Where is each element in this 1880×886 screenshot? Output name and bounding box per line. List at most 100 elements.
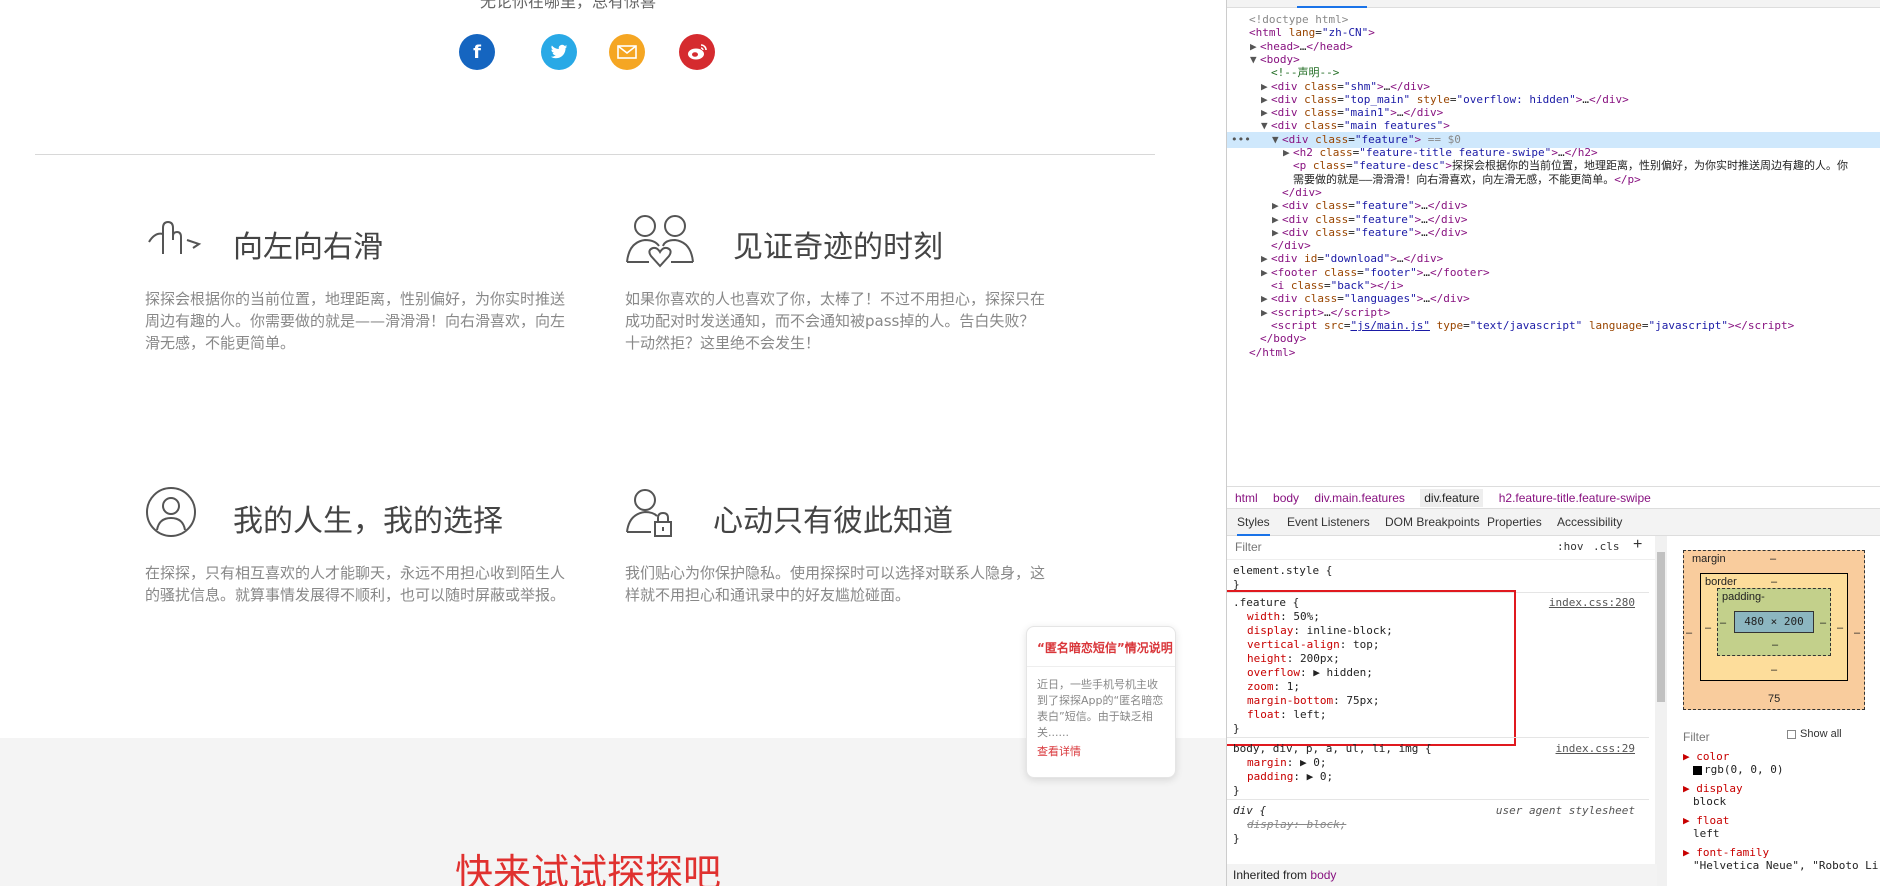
margin-bottom-value: 75 [1768, 693, 1781, 705]
border-top-value: – [1771, 576, 1778, 588]
feature-title: 心动只有彼此知道 [713, 504, 953, 539]
twitter-icon [550, 44, 568, 59]
box-model-padding[interactable]: padding- – – – 480 × 200 [1717, 588, 1831, 656]
person-circle-icon [146, 487, 196, 537]
webpage-viewport: 无论你在哪里，总有惊喜 f 向左向右滑 探探会根据你的当前位置，地理距离，性别偏… [0, 0, 1226, 886]
devtools-toolbar [1227, 0, 1880, 8]
css-property-value[interactable]: ▶ 0; [1307, 770, 1334, 783]
css-property-value[interactable]: ▶ 0; [1300, 756, 1327, 769]
margin-label: margin [1692, 553, 1726, 565]
border-left-value: – [1705, 622, 1712, 634]
facebook-share-button[interactable]: f [459, 34, 495, 70]
notice-details-link[interactable]: 查看详情 [1037, 743, 1165, 759]
css-declaration[interactable]: padding: ▶ 0; [1247, 770, 1333, 784]
styles-filter-input[interactable]: Filter [1235, 540, 1262, 554]
reset-rule-close: } [1233, 784, 1240, 797]
padding-label: padding- [1722, 591, 1765, 603]
new-rule-button[interactable]: + [1633, 536, 1642, 554]
padding-right-value: – [1820, 617, 1827, 629]
padding-left-value: – [1720, 617, 1727, 629]
dom-node[interactable]: </html> [1227, 345, 1880, 361]
styles-pane: Filter :hov .cls + element.style { } .fe… [1227, 536, 1667, 886]
tab-event-listeners[interactable]: Event Listeners [1287, 509, 1370, 536]
highlight-annotation-box [1227, 590, 1516, 746]
feature-rule-source-link[interactable]: index.css:280 [1549, 596, 1635, 609]
class-toggle[interactable]: .cls [1593, 540, 1620, 553]
color-swatch[interactable] [1693, 765, 1702, 775]
css-property-name[interactable]: padding [1247, 770, 1293, 783]
feature-swipe: 向左向右滑 探探会根据你的当前位置，地理距离，性别偏好，为你实时推送周边有趣的人… [145, 210, 595, 370]
margin-top-value: – [1770, 553, 1777, 565]
computed-property[interactable]: ▶ font-family "Helvetica Neue", "Roboto L… [1683, 846, 1878, 872]
styles-scrollbar-thumb[interactable] [1657, 552, 1665, 702]
element-style-selector[interactable]: element.style { [1233, 564, 1332, 578]
mail-icon [617, 45, 637, 59]
reset-rule-source-link[interactable]: index.css:29 [1556, 742, 1635, 755]
download-cta-heading: 快来试试探探吧 [455, 851, 722, 886]
ua-rule-prop: display: block; [1247, 818, 1347, 831]
email-share-button[interactable] [609, 34, 645, 70]
computed-property[interactable]: ▶ float left [1683, 814, 1729, 840]
notice-title: “匿名暗恋短信”情况说明 [1037, 641, 1173, 655]
css-property-name[interactable]: margin [1247, 756, 1287, 769]
tab-styles[interactable]: Styles [1237, 509, 1270, 536]
breadcrumb-html[interactable]: html [1235, 491, 1258, 505]
notice-divider [1027, 666, 1175, 667]
feature-match: 见证奇迹的时刻 如果你喜欢的人也喜欢了你，太棒了！不过不用担心，探探只在成功配对… [625, 210, 1075, 370]
computed-filter-input[interactable]: Filter [1683, 730, 1710, 744]
breadcrumb-h2[interactable]: h2.feature-title.feature-swipe [1499, 491, 1651, 505]
tab-properties[interactable]: Properties [1487, 509, 1542, 536]
person-lock-icon [626, 489, 672, 537]
feature-title: 我的人生，我的选择 [233, 504, 503, 539]
inherited-label: Inherited from [1233, 868, 1308, 882]
ua-rule-close: } [1233, 832, 1240, 845]
computed-property[interactable]: ▶ color rgb(0, 0, 0) [1683, 750, 1783, 776]
breadcrumb: html body div.main.features div.feature … [1227, 486, 1880, 508]
show-all-toggle[interactable]: Show all [1787, 728, 1842, 740]
notice-card[interactable]: “匿名暗恋短信”情况说明 近日，一些手机号机主收到了探探App的“匿名暗恋表白”… [1026, 626, 1176, 778]
show-all-label: Show all [1800, 728, 1842, 740]
reset-rule-selector[interactable]: body, div, p, a, ul, li, img { [1233, 742, 1432, 756]
computed-property-name: ▶ font-family [1683, 846, 1770, 859]
box-model-content-size[interactable]: 480 × 200 [1734, 611, 1814, 633]
facebook-icon: f [473, 41, 481, 63]
computed-property-value: "Helvetica Neue", "Roboto Li [1693, 859, 1879, 872]
weibo-icon [688, 44, 707, 60]
weibo-share-button[interactable] [679, 34, 715, 70]
border-label: border [1705, 576, 1737, 588]
show-all-checkbox[interactable] [1787, 729, 1796, 739]
twitter-share-button[interactable] [541, 34, 577, 70]
inherited-from-link[interactable]: body [1310, 868, 1336, 882]
rule-divider [1227, 737, 1649, 738]
notice-body: 近日，一些手机号机主收到了探探App的“匿名暗恋表白”短信。由于缺乏相关....… [1037, 678, 1164, 739]
feature-privacy: 心动只有彼此知道 我们贴心为你保护隐私。使用探探时可以选择对联系人隐身，这样就不… [625, 484, 1075, 644]
css-declaration[interactable]: margin: ▶ 0; [1247, 756, 1327, 770]
feature-desc: 如果你喜欢的人也喜欢了你，太棒了！不过不用担心，探探只在成功配对时发送通知，而不… [625, 290, 1046, 352]
elements-tree[interactable]: <!doctype html> <html lang="zh-CN"> ▶ <head… [1227, 8, 1880, 486]
breadcrumb-body[interactable]: body [1273, 491, 1299, 505]
box-model-margin[interactable]: margin – – – 75 border – – – – padding- … [1683, 550, 1865, 710]
ua-rule-source: user agent stylesheet [1495, 804, 1635, 817]
margin-left-value: – [1686, 627, 1693, 639]
sidebar-tabs: Styles Event Listeners DOM Breakpoints P… [1227, 508, 1880, 536]
couple-heart-icon [626, 215, 694, 268]
breadcrumb-feature[interactable]: div.feature [1420, 489, 1484, 507]
tab-dom-breakpoints[interactable]: DOM Breakpoints [1385, 509, 1480, 536]
tab-accessibility[interactable]: Accessibility [1557, 509, 1622, 536]
breadcrumb-main-features[interactable]: div.main.features [1314, 491, 1405, 505]
devtools-panel: <!doctype html> <html lang="zh-CN"> ▶ <head… [1226, 0, 1880, 886]
styles-scrollbar[interactable] [1655, 536, 1667, 886]
computed-property-value: rgb(0, 0, 0) [1683, 763, 1783, 776]
computed-property-value: block [1693, 795, 1727, 808]
feature-desc: 在探探，只有相互喜欢的人才能聊天，永远不用担心收到陌生人的骚扰信息。就算事情发展… [145, 564, 566, 604]
feature-title: 见证奇迹的时刻 [733, 230, 943, 265]
swipe-hand-icon [148, 220, 202, 254]
hover-state-toggle[interactable]: :hov [1557, 540, 1584, 553]
box-model-diagram: margin – – – 75 border – – – – padding- … [1667, 536, 1880, 716]
computed-property-value: left [1693, 827, 1720, 840]
computed-pane: Filter Show all ▶ color rgb(0, 0, 0) ▶ dis… [1667, 720, 1880, 886]
computed-property[interactable]: ▶ display block [1683, 782, 1743, 808]
border-bottom-value: – [1771, 664, 1778, 676]
inherited-header: Inherited from body [1227, 864, 1657, 886]
box-model-border[interactable]: border – – – – padding- – – – 480 × 200 [1700, 573, 1848, 681]
